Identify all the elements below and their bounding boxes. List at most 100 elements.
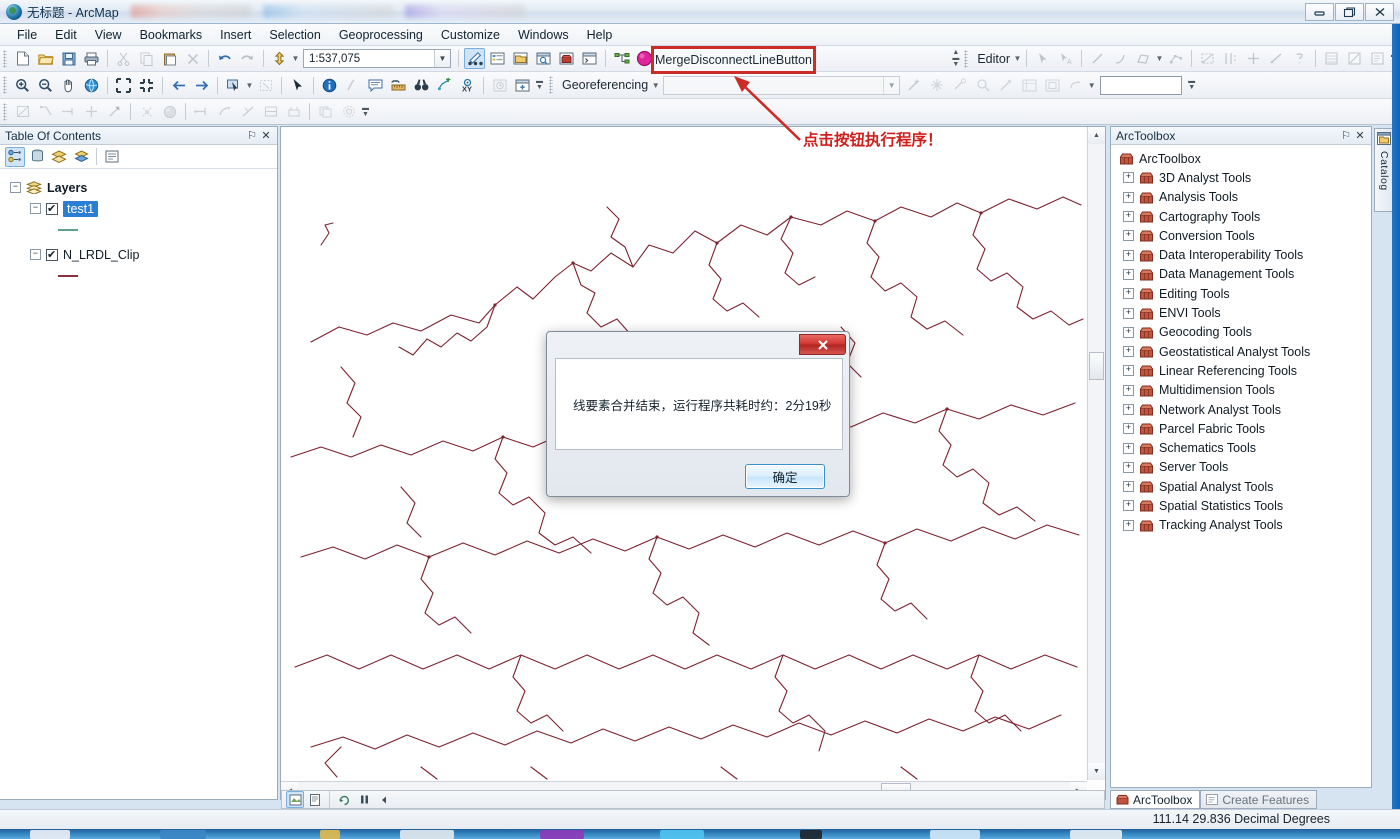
toc-layer-n-lrdl-clip-checkbox[interactable]	[46, 248, 58, 261]
cut-icon[interactable]	[113, 48, 134, 69]
arctoolbox-item-expander-icon[interactable]: +	[1123, 423, 1134, 435]
menu-file[interactable]: File	[8, 26, 46, 44]
edit-tool-icon[interactable]	[1032, 48, 1053, 69]
redo-icon[interactable]	[237, 48, 258, 69]
clear-selection-icon[interactable]	[255, 75, 276, 96]
toc-layer-n-lrdl-clip[interactable]: − N_LRDL_Clip	[10, 244, 277, 265]
save-icon[interactable]	[58, 48, 79, 69]
find-route-icon[interactable]	[434, 75, 455, 96]
arctoolbox-item-expander-icon[interactable]: +	[1123, 172, 1134, 184]
select-elements-arrow-icon[interactable]	[287, 75, 308, 96]
construct-features-icon[interactable]	[191, 101, 212, 122]
arctoolbox-item-server-tools[interactable]: + Server Tools	[1115, 458, 1371, 477]
fixed-zoom-in-icon[interactable]	[113, 75, 134, 96]
editor-menu-label[interactable]: Editor	[972, 52, 1013, 66]
georeferencing-menu-caret-icon[interactable]: ▼	[651, 81, 660, 90]
full-extent-globe-icon[interactable]	[81, 75, 102, 96]
arctoolbox-pin-icon[interactable]: ⚐	[1339, 129, 1353, 142]
arctoolbox-item-expander-icon[interactable]: +	[1123, 211, 1134, 223]
dock-tab-arctoolbox[interactable]: ArcToolbox	[1110, 790, 1201, 809]
table-of-contents-icon[interactable]	[487, 48, 508, 69]
georeferencing-layer-dropdown-icon[interactable]: ▼	[883, 76, 899, 94]
arctoolbox-item-3d-analyst-tools[interactable]: +3D Analyst Tools	[1115, 168, 1371, 187]
delete-control-point-icon[interactable]	[996, 75, 1017, 96]
reshape-edge-icon[interactable]	[81, 101, 102, 122]
create-viewer-window-icon[interactable]	[512, 75, 533, 96]
dialog-close-button[interactable]	[799, 334, 846, 355]
list-by-selection-icon[interactable]	[71, 147, 91, 167]
arctoolbox-item-expander-icon[interactable]: +	[1123, 288, 1134, 300]
georeferencing-layer-combo[interactable]: ▼	[663, 75, 901, 95]
arctoolbox-item-expander-icon[interactable]: +	[1123, 249, 1134, 261]
measure-icon[interactable]	[388, 75, 409, 96]
arctoolbox-item-schematics-tools[interactable]: + Schematics Tools	[1115, 438, 1371, 457]
arctoolbox-item-geostatistical-analyst-tools[interactable]: + Geostatistical Analyst Tools	[1115, 342, 1371, 361]
arctoolbox-item-expander-icon[interactable]: +	[1123, 519, 1134, 531]
georeferencing-toolbar-grip[interactable]	[549, 76, 553, 94]
arctoolbox-item-expander-icon[interactable]: +	[1123, 384, 1134, 396]
select-features-icon[interactable]	[223, 75, 244, 96]
taskbar-item-3[interactable]	[320, 830, 340, 839]
list-by-source-icon[interactable]	[27, 147, 47, 167]
smooth-icon[interactable]	[260, 101, 281, 122]
arctoolbox-item-expander-icon[interactable]: +	[1123, 500, 1134, 512]
catalog-window-icon[interactable]	[510, 48, 531, 69]
create-features-window-icon[interactable]	[1367, 48, 1388, 69]
arctoolbox-item-expander-icon[interactable]: +	[1123, 461, 1134, 473]
arctoolbox-item-spatial-statistics-tools[interactable]: + Spatial Statistics Tools	[1115, 496, 1371, 515]
toc-layer-test1-checkbox[interactable]	[46, 202, 58, 215]
zoom-to-layer-icon[interactable]	[973, 75, 994, 96]
straight-segment-icon[interactable]	[1087, 48, 1108, 69]
arctoolbox-item-parcel-fabric-tools[interactable]: + Parcel Fabric Tools	[1115, 419, 1371, 438]
taskbar-item-5[interactable]	[540, 830, 584, 839]
select-topology-icon[interactable]	[12, 101, 33, 122]
map-scroll-down-icon[interactable]: ▼	[1088, 763, 1105, 780]
restore-button[interactable]	[1335, 3, 1364, 21]
find-binoculars-icon[interactable]	[411, 75, 432, 96]
map-scroll-up-icon[interactable]: ▲	[1088, 127, 1105, 144]
arctoolbox-item-expander-icon[interactable]: +	[1123, 481, 1134, 493]
arctoolbox-item-conversion-tools[interactable]: + Conversion Tools	[1115, 226, 1371, 245]
menu-bookmarks[interactable]: Bookmarks	[131, 26, 212, 44]
reshape-feature-icon[interactable]	[1197, 48, 1218, 69]
map-vertical-scrollbar[interactable]: ▲ ▼	[1087, 127, 1105, 780]
editor-toolbar-grip[interactable]	[964, 49, 969, 68]
pan-hand-icon[interactable]	[58, 75, 79, 96]
taskbar-item-7[interactable]	[800, 830, 822, 839]
edit-annotation-tool-icon[interactable]: A	[1055, 48, 1076, 69]
rotate-georef-icon[interactable]	[1065, 75, 1086, 96]
add-data-caret-icon[interactable]: ▼	[291, 54, 300, 63]
menu-customize[interactable]: Customize	[432, 26, 509, 44]
list-by-drawing-order-icon[interactable]	[5, 146, 25, 167]
toc-root-layers[interactable]: − Layers	[10, 177, 277, 198]
toc-layer-n-lrdl-clip-expander-icon[interactable]: −	[30, 249, 41, 260]
go-to-xy-icon[interactable]: XY	[457, 75, 478, 96]
menu-selection[interactable]: Selection	[260, 26, 329, 44]
go-forward-extent-icon[interactable]	[191, 75, 212, 96]
fixed-zoom-out-icon[interactable]	[136, 75, 157, 96]
construct-polygon-caret-icon[interactable]: ▼	[1155, 54, 1164, 63]
arctoolbox-item-cartography-tools[interactable]: + Cartography Tools	[1115, 207, 1371, 226]
taskbar-item-9[interactable]	[1070, 830, 1122, 839]
toc-layer-test1-expander-icon[interactable]: −	[30, 203, 41, 214]
arctoolbox-item-data-management-tools[interactable]: + Data Management Tools	[1115, 265, 1371, 284]
taskbar-item-6[interactable]	[660, 830, 704, 839]
toggle-panel-icon[interactable]	[375, 791, 393, 808]
minimize-button[interactable]	[1305, 3, 1334, 21]
endpoint-arc-segment-icon[interactable]	[1110, 48, 1131, 69]
delete-icon[interactable]	[182, 48, 203, 69]
toc-close-icon[interactable]: ✕	[259, 129, 273, 142]
toc-pin-icon[interactable]: ⚐	[245, 129, 259, 142]
search-window-icon[interactable]	[533, 48, 554, 69]
arctoolbox-item-expander-icon[interactable]: +	[1123, 346, 1134, 358]
arctoolbox-root[interactable]: ArcToolbox	[1115, 149, 1371, 168]
paste-icon[interactable]	[159, 48, 180, 69]
sketch-properties-icon[interactable]	[1344, 48, 1365, 69]
html-popup-icon[interactable]	[365, 75, 386, 96]
planarize-lines-icon[interactable]	[214, 101, 235, 122]
split-tool-icon[interactable]	[1243, 48, 1264, 69]
arctoolbox-item-expander-icon[interactable]: +	[1123, 404, 1134, 415]
view-link-table-icon[interactable]	[927, 75, 948, 96]
pause-drawing-icon[interactable]	[355, 791, 373, 808]
split-edge-icon[interactable]	[104, 101, 125, 122]
